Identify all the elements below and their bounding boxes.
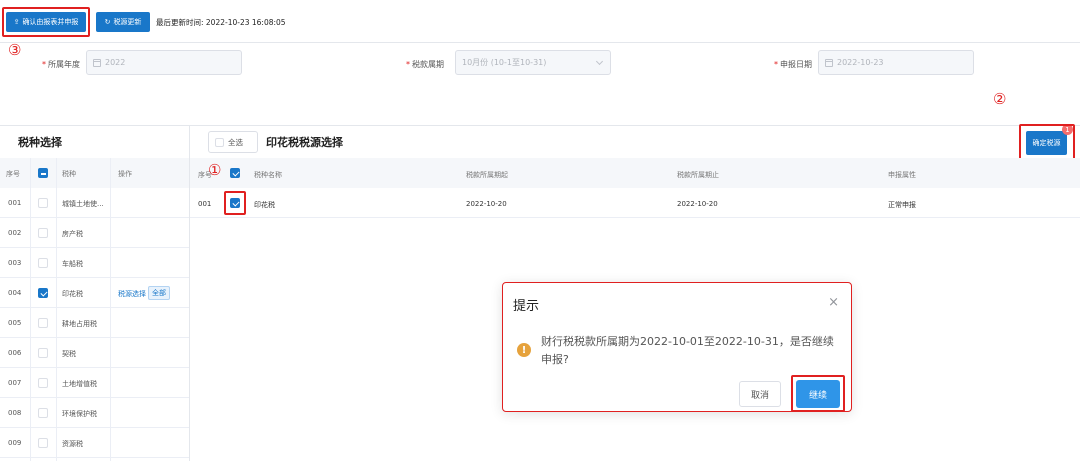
row-checkbox[interactable] [38, 318, 48, 328]
tax-type-select-all-checkbox[interactable] [38, 168, 48, 178]
row-checkbox[interactable] [38, 288, 48, 298]
row-checkbox[interactable] [38, 408, 48, 418]
header-period-start: 税款所属期起 [466, 171, 508, 179]
select-all-toggle[interactable]: 全选 [208, 131, 258, 153]
row-tax-name: 耕地占用税 [62, 320, 97, 328]
row-no: 006 [8, 349, 22, 357]
dialog-title: 提示 [513, 299, 540, 314]
year-field[interactable]: 2022 [86, 50, 242, 75]
select-all-checkbox[interactable] [215, 137, 224, 147]
row-checkbox[interactable] [38, 348, 48, 358]
date-value: 2022-10-23 [837, 58, 884, 67]
step2-marker: ② [993, 90, 1007, 108]
select-all-label: 全选 [228, 137, 243, 147]
chevron-down-icon [595, 57, 604, 66]
row-checkbox[interactable] [38, 228, 48, 238]
warning-icon: ! [517, 343, 531, 357]
tax-type-row[interactable]: 005 耕地占用税 [0, 308, 189, 338]
row-no: 004 [8, 289, 22, 297]
highlight-box-step1 [224, 191, 246, 215]
tax-type-row[interactable]: 006 契税 [0, 338, 189, 368]
row-no: 009 [8, 439, 22, 447]
source-row-end: 2022-10-20 [677, 200, 718, 208]
row-no: 001 [8, 199, 22, 207]
all-tag[interactable]: 全部 [148, 286, 170, 300]
source-row-name: 印花税 [254, 201, 275, 209]
row-checkbox[interactable] [38, 438, 48, 448]
row-tax-name: 环境保护税 [62, 410, 97, 418]
calendar-icon [93, 58, 101, 67]
row-tax-name: 土地增值税 [62, 380, 97, 388]
source-row-attr: 正常申报 [888, 201, 916, 209]
row-tax-name: 房产税 [62, 230, 83, 238]
period-select[interactable]: 10月份 (10-1至10-31) [455, 50, 611, 75]
close-icon[interactable]: × [828, 296, 839, 309]
row-no: 008 [8, 409, 22, 417]
header-tax-type: 税种 [62, 170, 76, 178]
source-select-link[interactable]: 税源选择 [118, 289, 146, 299]
source-row-no: 001 [198, 200, 212, 208]
header-declare-attr: 申报属性 [888, 171, 916, 179]
section-divider [0, 125, 1080, 126]
tax-type-row[interactable]: 001 城镇土地使... [0, 188, 189, 218]
header-operation: 操作 [118, 170, 132, 178]
year-value: 2022 [105, 58, 126, 67]
highlight-box-continue [791, 375, 845, 412]
tax-type-row[interactable]: 008 环境保护税 [0, 398, 189, 428]
row-checkbox[interactable] [38, 198, 48, 208]
row-tax-name: 车船税 [62, 260, 83, 268]
tax-source-header-checkbox[interactable] [230, 168, 240, 178]
highlight-box-step3 [2, 7, 90, 37]
year-label: * 所属年度 [42, 60, 80, 69]
cancel-button[interactable]: 取消 [739, 381, 781, 407]
header-period-end: 税款所属期止 [677, 171, 719, 179]
row-checkbox[interactable] [38, 378, 48, 388]
highlight-box-step2 [1019, 124, 1075, 162]
row-no: 005 [8, 319, 22, 327]
dialog-message: 财行税税款所属期为2022-10-01至2022-10-31，是否继续申报? [541, 335, 834, 366]
row-no: 002 [8, 229, 22, 237]
period-value: 10月份 (10-1至10-31) [462, 58, 547, 67]
row-checkbox[interactable] [38, 258, 48, 268]
row-no: 007 [8, 379, 22, 387]
row-divider [190, 217, 1080, 218]
refresh-source-label: 税源更新 [113, 18, 142, 26]
refresh-icon: ↻ [104, 18, 111, 26]
tax-type-row[interactable]: 009 资源税 [0, 428, 189, 458]
header-no: 序号 [6, 170, 20, 178]
tax-type-row[interactable]: 002 房产税 [0, 218, 189, 248]
step1-marker: ① [208, 161, 222, 179]
prompt-dialog: 提示 × ! 财行税税款所属期为2022-10-01至2022-10-31，是否… [502, 282, 852, 412]
refresh-source-button[interactable]: ↻ 税源更新 [96, 12, 150, 32]
tax-type-row[interactable]: 004 印花税 税源选择 全部 [0, 278, 189, 308]
step3-marker: ③ [8, 41, 22, 59]
toolbar: ⇪ 确认由报表并申报 ↻ 税源更新 最后更新时间: 2022-10-23 16:… [0, 0, 1080, 42]
date-label: * 申报日期 [774, 60, 812, 69]
row-tax-name: 印花税 [62, 290, 83, 298]
date-field[interactable]: 2022-10-23 [818, 50, 974, 75]
period-label: * 税款属期 [406, 60, 444, 69]
stamp-tax-source-title: 印花税税源选择 [266, 136, 343, 149]
toolbar-divider [0, 42, 1080, 43]
row-tax-name: 城镇土地使... [62, 200, 104, 208]
source-row-start: 2022-10-20 [466, 200, 507, 208]
calendar-icon [825, 58, 833, 67]
tax-type-title: 税种选择 [18, 136, 62, 149]
tax-type-row[interactable]: 007 土地增值税 [0, 368, 189, 398]
tax-type-table-header: 序号 税种 操作 [0, 158, 189, 188]
row-no: 003 [8, 259, 22, 267]
row-tax-name: 资源税 [62, 440, 83, 448]
tax-source-table-header [190, 158, 1080, 188]
header-tax-name: 税种名称 [254, 171, 282, 179]
tax-type-row[interactable]: 003 车船税 [0, 248, 189, 278]
row-tax-name: 契税 [62, 350, 76, 358]
last-update-text: 最后更新时间: 2022-10-23 16:08:05 [156, 18, 286, 27]
